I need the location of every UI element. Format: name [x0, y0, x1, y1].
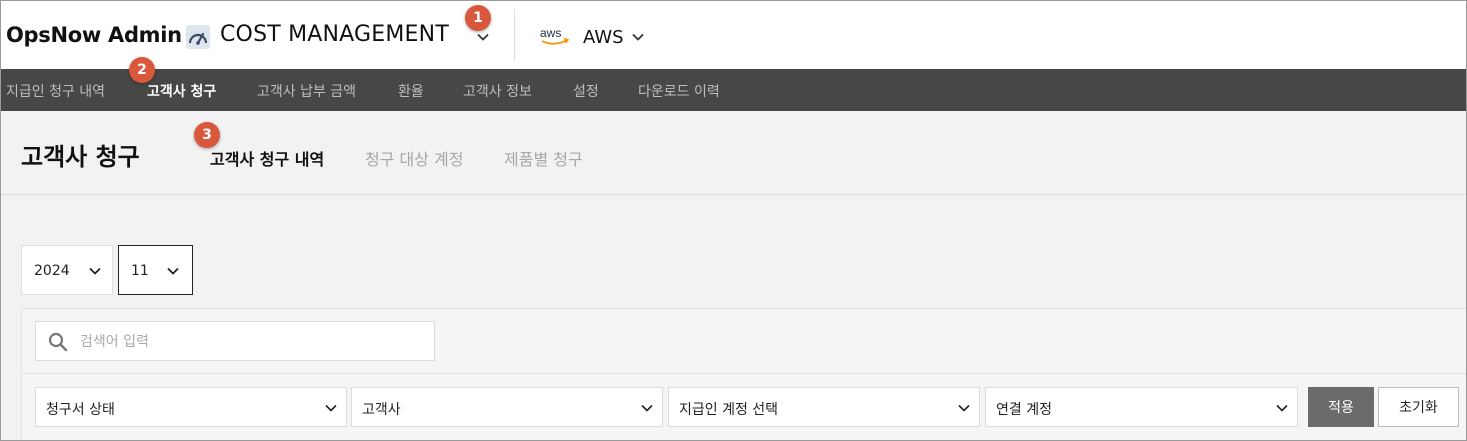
invoice-status-select[interactable]: 청구서 상태: [35, 387, 347, 427]
aws-logo-text: aws: [540, 26, 561, 40]
header-divider: [514, 9, 515, 61]
year-select[interactable]: 2024: [21, 245, 113, 295]
linked-account-select[interactable]: 연결 계정: [985, 387, 1298, 427]
invoice-status-select-label: 청구서 상태: [46, 402, 115, 418]
top-header: OpsNow Admin COST MANAGEMENT 1 aws AWS: [1, 1, 1466, 69]
month-select-value: 11: [131, 263, 149, 279]
nav-item-customer-billing[interactable]: 고객사 청구: [147, 81, 216, 101]
tab-customer-billing-history[interactable]: 고객사 청구 내역: [210, 146, 324, 170]
chevron-down-icon: [957, 401, 971, 415]
linked-account-select-label: 연결 계정: [996, 402, 1052, 418]
search-input[interactable]: [80, 331, 420, 353]
cloud-switcher-label[interactable]: AWS: [583, 27, 624, 48]
chevron-down-icon: [1275, 401, 1289, 415]
customer-select[interactable]: 고객사: [351, 387, 663, 427]
tab-billing-target-accounts[interactable]: 청구 대상 계정: [365, 146, 464, 170]
reset-button[interactable]: 초기화: [1378, 387, 1459, 427]
chevron-down-icon[interactable]: [631, 30, 645, 44]
callout-badge-2: 2: [129, 57, 155, 83]
nav-item-payer-billing[interactable]: 지급인 청구 내역: [6, 81, 105, 101]
month-select[interactable]: 11: [118, 245, 193, 295]
aws-logo-icon: aws: [539, 25, 571, 49]
panel-divider: [21, 373, 1466, 374]
chevron-down-icon: [324, 401, 338, 415]
year-select-value: 2024: [34, 263, 70, 279]
gauge-icon: [186, 25, 210, 49]
module-switcher-label[interactable]: COST MANAGEMENT: [220, 22, 449, 47]
nav-item-exchange-rate[interactable]: 환율: [398, 81, 424, 101]
search-icon: [48, 332, 68, 352]
nav-item-customer-info[interactable]: 고객사 정보: [463, 81, 532, 101]
customer-select-label: 고객사: [362, 402, 401, 418]
search-box[interactable]: [35, 321, 435, 361]
chevron-down-icon: [88, 264, 102, 278]
apply-button[interactable]: 적용: [1308, 387, 1374, 427]
main-nav: 지급인 청구 내역 고객사 청구 고객사 납부 금액 환율 고객사 정보 설정 …: [1, 69, 1466, 111]
chevron-down-icon: [640, 401, 654, 415]
brand-logo[interactable]: OpsNow Admin: [6, 23, 182, 47]
nav-item-settings[interactable]: 설정: [573, 81, 599, 101]
nav-item-download-history[interactable]: 다운로드 이력: [638, 81, 720, 101]
tab-billing-by-product[interactable]: 제품별 청구: [504, 146, 583, 170]
chevron-down-icon: [166, 264, 180, 278]
page-header: 고객사 청구 고객사 청구 내역 청구 대상 계정 제품별 청구: [1, 111, 1466, 195]
payer-account-select-label: 지급인 계정 선택: [679, 402, 779, 418]
app-frame: OpsNow Admin COST MANAGEMENT 1 aws AWS 지…: [0, 0, 1467, 441]
callout-badge-3: 3: [194, 122, 220, 148]
chevron-down-icon[interactable]: [476, 30, 490, 44]
payer-account-select[interactable]: 지급인 계정 선택: [668, 387, 980, 427]
callout-badge-1: 1: [465, 5, 491, 31]
nav-item-customer-payments[interactable]: 고객사 납부 금액: [257, 81, 356, 101]
page-title: 고객사 청구: [21, 143, 140, 171]
